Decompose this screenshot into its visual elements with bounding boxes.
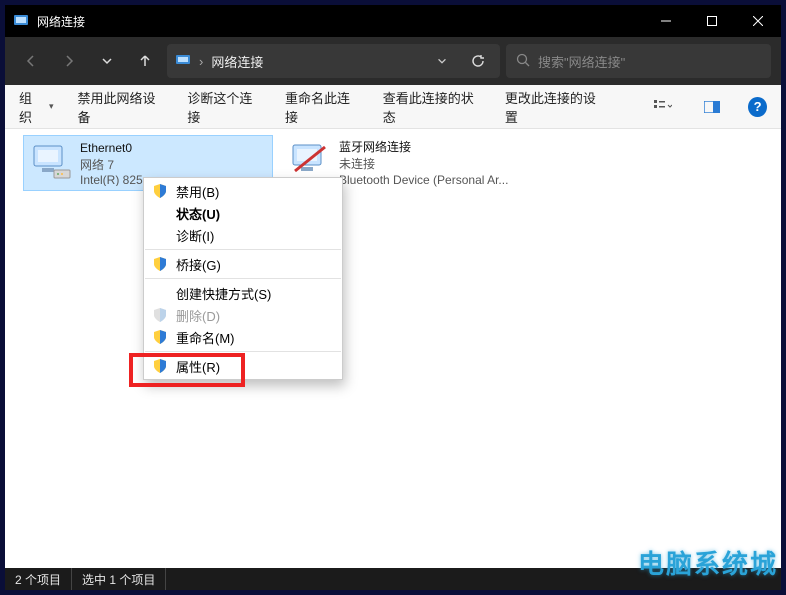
ctx-properties[interactable]: 属性(R) xyxy=(144,355,342,377)
adapter-info: 蓝牙网络连接 未连接 Bluetooth Device (Personal Ar… xyxy=(339,139,508,187)
shield-icon xyxy=(152,329,168,345)
forward-button[interactable] xyxy=(53,45,85,77)
context-menu: 禁用(B) 状态(U) 诊断(I) 桥接(G) 创建快捷方式(S) 删除(D) … xyxy=(143,177,343,380)
cmd-diagnose[interactable]: 诊断这个连接 xyxy=(187,88,261,126)
close-button[interactable] xyxy=(735,5,781,37)
address-history-dropdown[interactable] xyxy=(428,47,456,75)
shield-icon xyxy=(152,256,168,272)
content-area: Ethernet0 网络 7 Intel(R) 825… 蓝牙网络连接 未连接 … xyxy=(5,129,781,568)
shield-icon xyxy=(152,358,168,374)
status-selection-count: 选中 1 个项目 xyxy=(72,568,166,590)
ctx-disable[interactable]: 禁用(B) xyxy=(144,180,342,202)
window-title: 网络连接 xyxy=(37,13,85,30)
maximize-button[interactable] xyxy=(689,5,735,37)
minimize-button[interactable] xyxy=(643,5,689,37)
adapter-name: 蓝牙网络连接 xyxy=(339,139,508,156)
titlebar: 网络连接 xyxy=(5,5,781,37)
shield-icon xyxy=(152,307,168,323)
address-bar[interactable]: › 网络连接 xyxy=(167,44,500,78)
search-input[interactable]: 搜索"网络连接" xyxy=(506,44,771,78)
location-icon xyxy=(175,52,191,71)
search-icon xyxy=(516,53,530,70)
cmd-organize[interactable]: 组织 xyxy=(19,88,54,126)
adapter-network: 网络 7 xyxy=(80,157,155,172)
window: 网络连接 › 网络连接 搜索"网络连接" 组织 禁用此网络设备 诊断这个连接 重… xyxy=(5,5,781,590)
up-button[interactable] xyxy=(129,45,161,77)
refresh-button[interactable] xyxy=(464,47,492,75)
ctx-status[interactable]: 状态(U) xyxy=(144,202,342,224)
cmd-change-settings[interactable]: 更改此连接的设置 xyxy=(505,88,603,126)
ctx-bridge[interactable]: 桥接(G) xyxy=(144,253,342,275)
ctx-rename[interactable]: 重命名(M) xyxy=(144,326,342,348)
status-item-count: 2 个项目 xyxy=(5,568,72,590)
cmd-view-status[interactable]: 查看此连接的状态 xyxy=(383,88,481,126)
help-button[interactable]: ? xyxy=(748,97,767,117)
menu-separator xyxy=(145,351,341,352)
view-options-button[interactable] xyxy=(651,94,676,120)
adapter-device: Bluetooth Device (Personal Ar... xyxy=(339,172,508,188)
app-icon xyxy=(13,13,29,29)
menu-separator xyxy=(145,278,341,279)
command-bar: 组织 禁用此网络设备 诊断这个连接 重命名此连接 查看此连接的状态 更改此连接的… xyxy=(5,85,781,129)
breadcrumb[interactable]: 网络连接 xyxy=(211,52,263,71)
nav-row: › 网络连接 搜索"网络连接" xyxy=(5,37,781,85)
cmd-rename[interactable]: 重命名此连接 xyxy=(285,88,359,126)
status-bar: 2 个项目 选中 1 个项目 xyxy=(5,568,781,590)
menu-separator xyxy=(145,249,341,250)
network-adapter-icon xyxy=(30,140,74,184)
adapter-name: Ethernet0 xyxy=(80,140,155,157)
ctx-create-shortcut[interactable]: 创建快捷方式(S) xyxy=(144,282,342,304)
adapter-status: 未连接 xyxy=(339,156,508,172)
recent-dropdown[interactable] xyxy=(91,45,123,77)
chevron-right-icon: › xyxy=(199,54,203,69)
shield-icon xyxy=(152,183,168,199)
preview-pane-button[interactable] xyxy=(700,94,725,120)
ctx-diagnose[interactable]: 诊断(I) xyxy=(144,224,342,246)
ctx-delete: 删除(D) xyxy=(144,304,342,326)
cmd-disable-device[interactable]: 禁用此网络设备 xyxy=(78,88,164,126)
search-placeholder: 搜索"网络连接" xyxy=(538,52,625,71)
back-button[interactable] xyxy=(15,45,47,77)
